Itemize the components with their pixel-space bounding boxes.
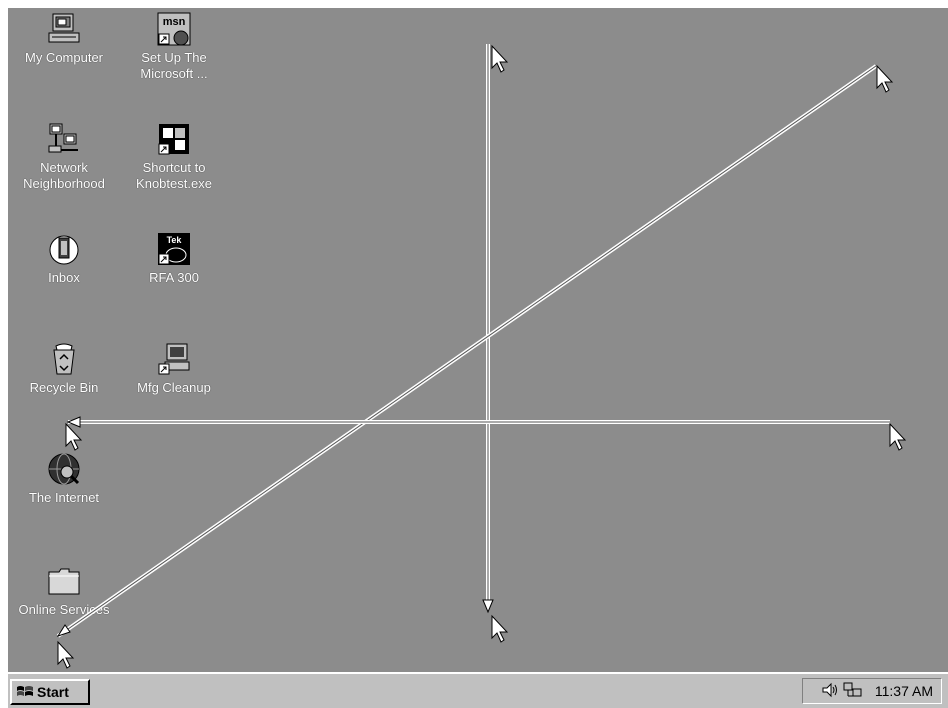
my-computer-label: My Computer (24, 50, 104, 65)
desktop-icon-online-services[interactable]: Online Services (12, 564, 116, 618)
start-button[interactable]: Start (10, 679, 90, 705)
network-neighborhood-label: Network Neighborhood (23, 160, 105, 191)
my-computer-icon (48, 13, 80, 43)
network-neighborhood-icon (48, 123, 78, 153)
recycle-bin-label: Recycle Bin (29, 380, 99, 395)
inbox-icon (49, 235, 79, 265)
desktop-icon-inbox[interactable]: Inbox (12, 232, 116, 286)
vertical-drag-arrow (482, 44, 509, 643)
desktop-icon-network-neighborhood[interactable]: Network Neighborhood (12, 122, 116, 192)
desktop-icon-the-internet[interactable]: The Internet (12, 452, 116, 506)
mfg-cleanup-icon (158, 343, 190, 375)
rfa-300-label: RFA 300 (149, 270, 199, 285)
online-services-folder-icon (48, 568, 80, 595)
the-internet-label: The Internet (28, 490, 100, 505)
recycle-bin-icon (53, 343, 75, 375)
taskbar: Start 11:37 AM (8, 672, 948, 708)
msn-icon: msn (157, 12, 191, 46)
desktop-icon-mfg-cleanup[interactable]: Mfg Cleanup (122, 342, 226, 396)
msn-setup-label: Set Up The Microsoft ... (140, 50, 208, 81)
mfg-cleanup-label: Mfg Cleanup (137, 380, 211, 395)
svg-text:msn: msn (163, 16, 186, 28)
desktop-icon-msn-setup[interactable]: msn Set Up The Microsoft ... (122, 12, 226, 82)
arrowhead-icon (66, 416, 81, 428)
mouse-pointer-icon (491, 44, 509, 73)
desktop[interactable]: My Computer Network Neighborhood Inbox R… (8, 8, 948, 672)
desktop-icon-recycle-bin[interactable]: Recycle Bin (12, 342, 116, 396)
speaker-icon[interactable] (821, 682, 839, 701)
desktop-icon-knobtest-shortcut[interactable]: Shortcut to Knobtest.exe (122, 122, 226, 192)
mouse-pointer-icon (65, 422, 83, 451)
mouse-pointer-icon (57, 640, 75, 669)
network-tray-icon[interactable] (843, 682, 863, 701)
svg-text:Tek: Tek (167, 235, 183, 245)
tek-rfa300-icon: Tek (158, 233, 190, 265)
desktop-icon-rfa-300[interactable]: Tek RFA 300 (122, 232, 226, 286)
knobtest-shortcut-label: Shortcut to Knobtest.exe (136, 160, 212, 191)
mouse-pointer-icon (491, 614, 509, 643)
online-services-label: Online Services (18, 602, 110, 617)
knobtest-shortcut-icon (158, 124, 189, 155)
mouse-pointer-icon (876, 64, 894, 93)
windows-logo-icon (17, 686, 33, 696)
system-tray: 11:37 AM (802, 678, 942, 704)
drag-gesture-overlay (56, 44, 907, 669)
arrowhead-icon (482, 599, 494, 614)
mouse-pointer-icon (889, 422, 907, 451)
arrowhead-icon (56, 624, 71, 637)
desktop-icon-my-computer[interactable]: My Computer (12, 12, 116, 66)
start-label: Start (37, 684, 69, 700)
inbox-label: Inbox (48, 270, 80, 285)
clock[interactable]: 11:37 AM (875, 683, 933, 699)
horizontal-drag-arrow (65, 416, 907, 451)
the-internet-icon (48, 453, 80, 485)
